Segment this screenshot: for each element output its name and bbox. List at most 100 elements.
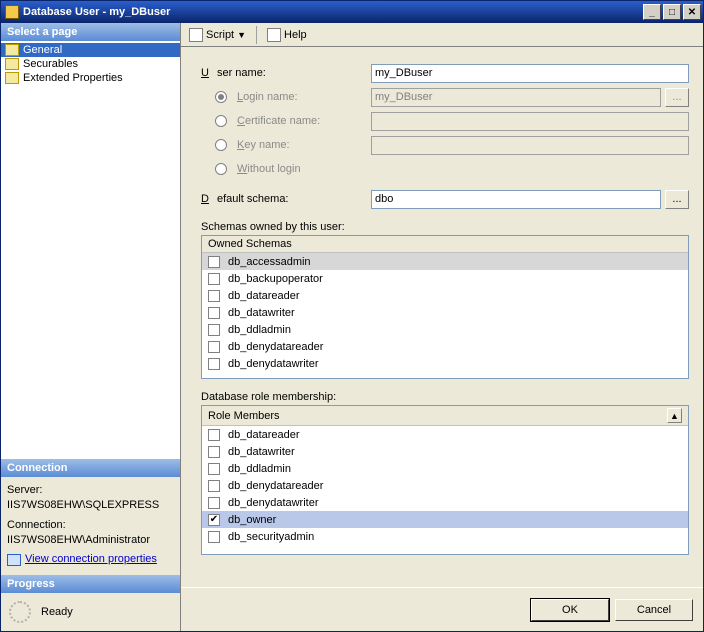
list-item-label: db_datareader	[228, 429, 300, 441]
server-label: Server:	[7, 483, 174, 498]
cancel-button[interactable]: Cancel	[615, 599, 693, 621]
list-item[interactable]: db_datawriter	[202, 443, 688, 460]
checkbox[interactable]	[208, 256, 220, 268]
left-panel: Select a page General Securables Extende…	[1, 23, 181, 631]
connection-value: IIS7WS08EHW\Administrator	[7, 533, 174, 548]
page-icon	[5, 44, 19, 56]
checkbox[interactable]	[208, 429, 220, 441]
right-panel: Script ▼ Help User name: Login name: ..	[181, 23, 703, 631]
default-schema-input[interactable]	[371, 190, 661, 209]
script-button[interactable]: Script ▼	[185, 26, 250, 44]
login-name-radio[interactable]	[215, 91, 227, 103]
role-membership-label: Database role membership:	[201, 391, 689, 403]
checkbox[interactable]	[208, 341, 220, 353]
titlebar[interactable]: Database User - my_DBuser _ □ ✕	[1, 1, 703, 23]
checkbox[interactable]	[208, 446, 220, 458]
without-login-label: Without login	[201, 163, 371, 175]
page-icon	[5, 58, 19, 70]
dropdown-arrow-icon: ▼	[237, 30, 246, 40]
checkbox[interactable]	[208, 480, 220, 492]
list-item-label: db_datareader	[228, 290, 300, 302]
default-schema-label: Default schema:	[201, 193, 371, 205]
page-securables[interactable]: Securables	[1, 57, 180, 71]
list-item[interactable]: db_datawriter	[202, 304, 688, 321]
server-value: IIS7WS08EHW\SQLEXPRESS	[7, 498, 174, 513]
owned-schemas-header: Owned Schemas	[208, 238, 292, 250]
list-item-label: db_ddladmin	[228, 324, 291, 336]
list-item[interactable]: db_ddladmin	[202, 321, 688, 338]
list-item-label: db_backupoperator	[228, 273, 323, 285]
list-item[interactable]: db_denydatawriter	[202, 355, 688, 372]
checkbox[interactable]	[208, 463, 220, 475]
page-icon	[5, 72, 19, 84]
dialog-window: Database User - my_DBuser _ □ ✕ Select a…	[0, 0, 704, 632]
certificate-radio[interactable]	[215, 115, 227, 127]
list-item[interactable]: db_denydatawriter	[202, 494, 688, 511]
checkbox[interactable]	[208, 324, 220, 336]
help-icon	[267, 28, 281, 42]
login-name-label: Login name:	[201, 91, 371, 103]
list-item-label: db_denydatareader	[228, 341, 323, 353]
page-general[interactable]: General	[1, 43, 180, 57]
list-item[interactable]: db_securityadmin	[202, 528, 688, 545]
progress-header: Progress	[1, 575, 180, 593]
connection-label: Connection:	[7, 518, 174, 533]
dialog-footer: OK Cancel	[181, 587, 703, 631]
page-list: General Securables Extended Properties	[1, 41, 180, 87]
key-name-input	[371, 136, 689, 155]
form-area: User name: Login name: ... Certificate n…	[181, 47, 703, 561]
certificate-name-label: Certificate name:	[201, 115, 371, 127]
checkbox[interactable]	[208, 358, 220, 370]
select-page-header: Select a page	[1, 23, 180, 41]
minimize-button[interactable]: _	[643, 4, 661, 20]
without-login-radio[interactable]	[215, 163, 227, 175]
view-connection-properties-link[interactable]: View connection properties	[25, 552, 157, 567]
ok-button[interactable]: OK	[531, 599, 609, 621]
page-extended-properties[interactable]: Extended Properties	[1, 71, 180, 85]
user-name-input[interactable]	[371, 64, 689, 83]
checkbox[interactable]	[208, 531, 220, 543]
list-item[interactable]: db_ddladmin	[202, 460, 688, 477]
maximize-button[interactable]: □	[663, 4, 681, 20]
user-name-label: User name:	[201, 67, 371, 79]
connection-properties-icon	[7, 554, 21, 566]
list-item-label: db_owner	[228, 514, 276, 526]
checkbox[interactable]	[208, 290, 220, 302]
checkbox[interactable]	[208, 497, 220, 509]
list-item[interactable]: db_datareader	[202, 287, 688, 304]
list-item[interactable]: db_accessadmin	[202, 253, 688, 270]
scroll-up-icon[interactable]: ▲	[667, 408, 682, 423]
checkbox[interactable]	[208, 273, 220, 285]
list-item-label: db_denydatareader	[228, 480, 323, 492]
connection-header: Connection	[1, 459, 180, 477]
login-name-input	[371, 88, 661, 107]
schema-browse-button[interactable]: ...	[665, 190, 689, 209]
login-browse-button: ...	[665, 88, 689, 107]
checkbox[interactable]: ✔	[208, 514, 220, 526]
progress-status: Ready	[41, 606, 73, 618]
close-button[interactable]: ✕	[683, 4, 701, 20]
list-item[interactable]: db_denydatareader	[202, 338, 688, 355]
key-radio[interactable]	[215, 139, 227, 151]
app-icon	[5, 5, 19, 19]
role-members-list[interactable]: Role Members▲ db_datareaderdb_datawriter…	[201, 405, 689, 555]
window-title: Database User - my_DBuser	[23, 6, 170, 18]
list-item[interactable]: db_datareader	[202, 426, 688, 443]
progress-spinner-icon	[9, 601, 31, 623]
toolbar: Script ▼ Help	[181, 23, 703, 47]
script-icon	[189, 28, 203, 42]
help-button[interactable]: Help	[263, 26, 311, 44]
list-item[interactable]: db_backupoperator	[202, 270, 688, 287]
owned-schemas-label: Schemas owned by this user:	[201, 221, 689, 233]
list-item[interactable]: ✔ db_owner	[202, 511, 688, 528]
list-item-label: db_securityadmin	[228, 531, 314, 543]
key-name-label: Key name:	[201, 139, 371, 151]
list-item[interactable]: db_denydatareader	[202, 477, 688, 494]
owned-schemas-list[interactable]: Owned Schemas db_accessadmin db_backupope…	[201, 235, 689, 379]
checkbox[interactable]	[208, 307, 220, 319]
list-item-label: db_datawriter	[228, 307, 295, 319]
connection-info: Server: IIS7WS08EHW\SQLEXPRESS Connectio…	[1, 477, 180, 575]
certificate-name-input	[371, 112, 689, 131]
list-item-label: db_denydatawriter	[228, 358, 319, 370]
list-item-label: db_denydatawriter	[228, 497, 319, 509]
